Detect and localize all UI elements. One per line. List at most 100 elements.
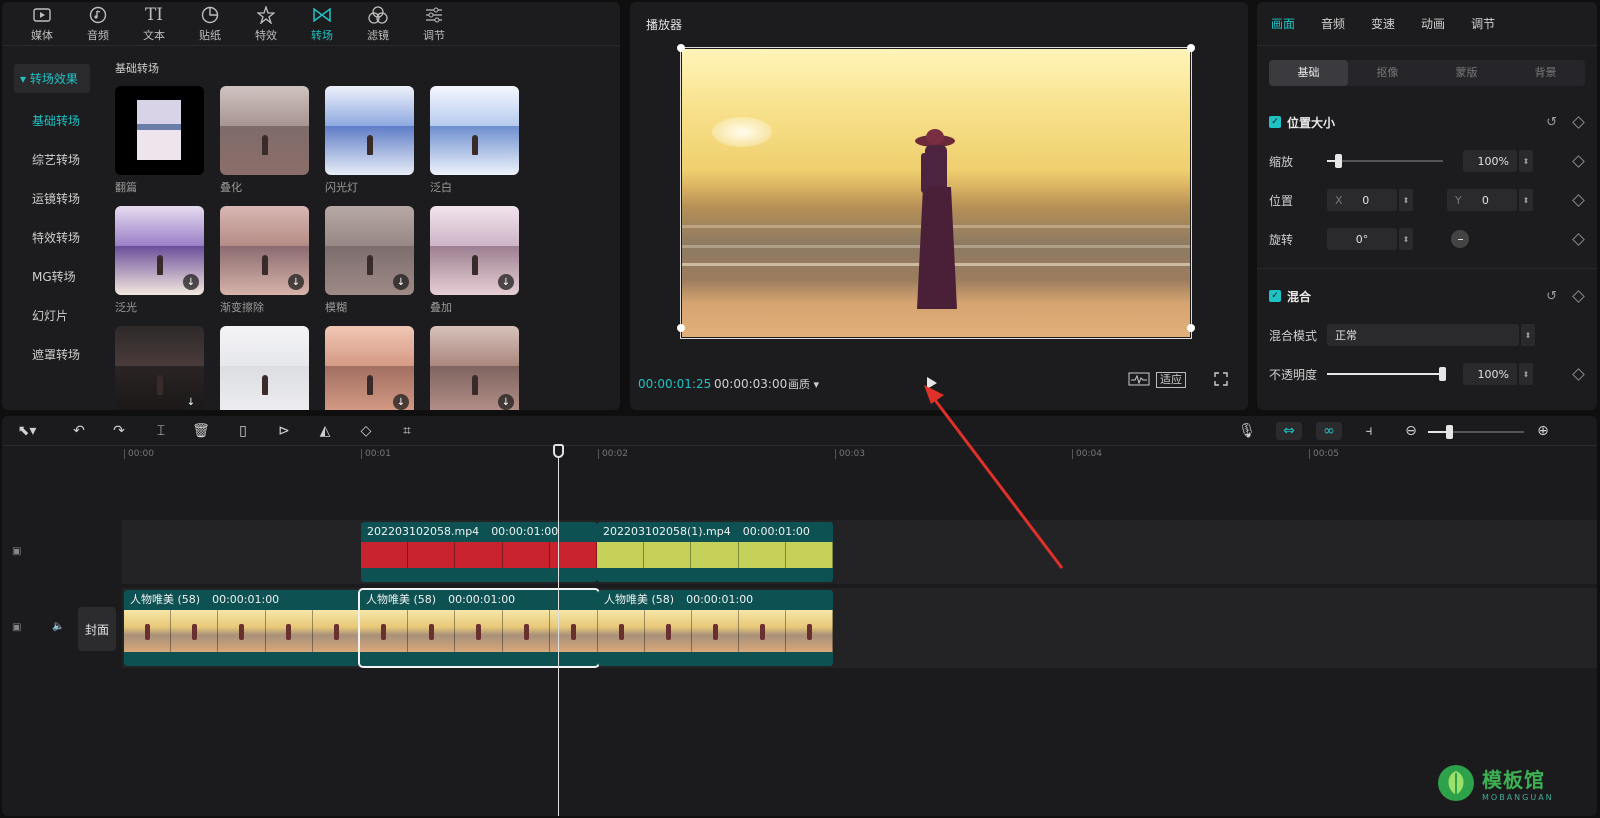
track-video-icon[interactable]: ▣ (12, 622, 21, 633)
tab-sticker[interactable]: 贴纸 (182, 2, 238, 45)
delete-icon[interactable]: 🗑 (192, 422, 210, 440)
transition-thumbnail[interactable] (430, 86, 519, 175)
download-icon[interactable]: ↓ (393, 274, 409, 290)
resize-handle[interactable] (1187, 44, 1195, 52)
opacity-slider-knob[interactable] (1439, 367, 1446, 381)
mirror-icon[interactable]: ◭ (316, 422, 334, 440)
scale-stepper[interactable]: ⬍ (1519, 150, 1533, 172)
keyframe-icon[interactable] (1572, 232, 1585, 246)
category-basic[interactable]: 基础转场 (2, 101, 102, 140)
transition-item[interactable]: ↓ 模糊 (325, 206, 414, 326)
transition-item[interactable]: ↓ 渐变擦除 (220, 206, 309, 326)
timeline-clip[interactable]: 人物唯美 (58) 00:00:01:00 (124, 590, 360, 666)
tab-adjust[interactable]: 调节 (406, 2, 462, 45)
download-icon[interactable]: ↓ (393, 394, 409, 410)
track-video-icon[interactable]: ▣ (12, 546, 21, 557)
speaker-icon[interactable]: 🔈 (52, 621, 64, 632)
redo-icon[interactable]: ↷ (110, 422, 128, 440)
transition-item[interactable]: ↓ (325, 326, 414, 410)
transition-thumbnail[interactable]: ↓ (115, 206, 204, 295)
tab-picture[interactable]: 画面 (1271, 15, 1295, 32)
download-icon[interactable]: ↓ (183, 394, 199, 410)
subtab-keying[interactable]: 抠像 (1348, 60, 1427, 86)
x-stepper[interactable]: ⬍ (1399, 189, 1413, 211)
rotate-stepper[interactable]: ⬍ (1399, 228, 1413, 250)
transition-thumbnail[interactable]: ↓ (220, 206, 309, 295)
category-fx[interactable]: 特效转场 (2, 218, 102, 257)
transition-thumbnail[interactable] (325, 86, 414, 175)
microphone-icon[interactable]: 🎙 (1238, 422, 1256, 440)
timeline-clip[interactable]: 人物唯美 (58) 00:00:01:00 (358, 588, 600, 668)
reset-icon[interactable]: ↺ (1546, 289, 1557, 304)
resize-handle[interactable] (677, 324, 685, 332)
blend-mode-chevron-icon[interactable]: ⬍ (1521, 324, 1535, 346)
rotate-icon[interactable]: ◇ (357, 422, 375, 440)
rotate-input[interactable]: 0° (1327, 228, 1397, 250)
category-header[interactable]: ▾ 转场效果 (14, 64, 90, 93)
download-icon[interactable]: ↓ (498, 274, 514, 290)
transition-item[interactable]: 翻篇 (115, 86, 204, 206)
category-camera[interactable]: 运镜转场 (2, 179, 102, 218)
playhead[interactable] (558, 444, 559, 816)
tab-effects[interactable]: 特效 (238, 2, 294, 45)
zoom-slider-knob[interactable] (1446, 425, 1453, 439)
resize-handle[interactable] (677, 44, 685, 52)
y-stepper[interactable]: ⬍ (1519, 189, 1533, 211)
tab-animation[interactable]: 动画 (1421, 15, 1445, 32)
transition-thumbnail[interactable] (220, 326, 309, 410)
tab-audio[interactable]: 音频 (70, 2, 126, 45)
keyframe-icon[interactable] (1572, 115, 1585, 129)
subtab-background[interactable]: 背景 (1506, 60, 1585, 86)
magnet-icon[interactable]: ⇔ (1276, 422, 1302, 440)
timeline-clip[interactable]: 202203102058.mp4 00:00:01:00 (361, 522, 597, 582)
position-size-checkbox[interactable]: ✓ (1269, 116, 1281, 128)
zoom-slider[interactable] (1428, 425, 1524, 439)
transition-item[interactable]: ↓ (115, 326, 204, 410)
transition-thumbnail[interactable]: ↓ (325, 206, 414, 295)
transition-item[interactable] (220, 326, 309, 410)
freeze-icon[interactable]: ▯ (234, 422, 252, 440)
select-tool-icon[interactable]: ⬉▾ (12, 422, 42, 440)
tab-media[interactable]: 媒体 (14, 2, 70, 45)
tab-adjust-props[interactable]: 调节 (1471, 15, 1495, 32)
preview-axis-icon[interactable]: ⫞ (1360, 422, 1378, 440)
opacity-stepper[interactable]: ⬍ (1519, 363, 1533, 385)
undo-icon[interactable]: ↶ (70, 422, 88, 440)
keyframe-icon[interactable] (1572, 154, 1585, 168)
category-mg[interactable]: MG转场 (2, 257, 102, 296)
tab-transition[interactable]: 转场 (294, 2, 350, 45)
download-icon[interactable]: ↓ (183, 274, 199, 290)
transition-thumbnail[interactable]: ↓ (325, 326, 414, 410)
tab-speed[interactable]: 变速 (1371, 15, 1395, 32)
link-icon[interactable]: ∞ (1316, 422, 1342, 440)
transition-item[interactable]: 泛白 (430, 86, 519, 206)
keyframe-icon[interactable] (1572, 289, 1585, 303)
tab-audio-props[interactable]: 音频 (1321, 15, 1345, 32)
y-input[interactable]: Y 0 (1447, 189, 1517, 211)
transition-thumbnail[interactable] (115, 86, 204, 175)
transition-item[interactable]: ↓ 叠加 (430, 206, 519, 326)
zoom-out-icon[interactable]: ⊖ (1402, 422, 1420, 440)
video-preview[interactable] (682, 49, 1190, 337)
transition-item[interactable]: ↓ 泛光 (115, 206, 204, 326)
time-ruler[interactable]: 00:00 00:01 00:02 00:03 00:04 00:05 (122, 446, 1597, 464)
resize-handle[interactable] (1187, 324, 1195, 332)
opacity-slider[interactable] (1327, 367, 1446, 381)
category-variety[interactable]: 综艺转场 (2, 140, 102, 179)
transition-thumbnail[interactable]: ↓ (115, 326, 204, 410)
transition-item[interactable]: ↓ (430, 326, 519, 410)
category-mask[interactable]: 遮罩转场 (2, 335, 102, 374)
x-input[interactable]: X 0 (1327, 189, 1397, 211)
tab-filter[interactable]: 滤镜 (350, 2, 406, 45)
transition-item[interactable]: 闪光灯 (325, 86, 414, 206)
reverse-icon[interactable]: ⊳ (275, 422, 293, 440)
timeline-clip[interactable]: 人物唯美 (58) 00:00:01:00 (598, 590, 833, 666)
transition-thumbnail[interactable] (220, 86, 309, 175)
playhead-handle[interactable] (553, 444, 564, 458)
category-slideshow[interactable]: 幻灯片 (2, 296, 102, 335)
fit-button[interactable]: 适应 (1156, 372, 1186, 388)
timeline-clip[interactable]: 202203102058(1).mp4 00:00:01:00 (597, 522, 833, 582)
scale-slider-knob[interactable] (1335, 154, 1342, 168)
download-icon[interactable]: ↓ (288, 274, 304, 290)
fullscreen-icon[interactable] (1214, 372, 1228, 389)
